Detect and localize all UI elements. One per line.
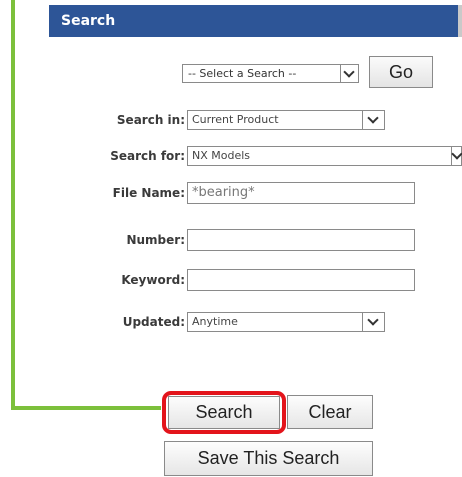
saved-search-dropdown-button[interactable] (340, 65, 358, 82)
file-name-label: File Name: (112, 186, 185, 200)
updated-selected: Anytime (192, 315, 238, 328)
search-in-dropdown-button[interactable] (362, 111, 384, 129)
number-label: Number: (126, 233, 185, 247)
search-in-selected: Current Product (192, 113, 279, 126)
chevron-down-icon (343, 66, 355, 78)
clear-button[interactable]: Clear (287, 395, 373, 429)
chevron-down-icon (451, 148, 462, 160)
search-panel-header: Search (49, 5, 462, 37)
keyword-input[interactable] (187, 269, 415, 291)
save-this-search-button[interactable]: Save This Search (164, 441, 373, 476)
search-for-dropdown-button[interactable] (451, 147, 462, 165)
chevron-down-icon (367, 112, 379, 124)
chevron-down-icon (367, 314, 379, 326)
search-button-highlight (162, 391, 286, 434)
file-name-input[interactable]: *bearing* (187, 182, 415, 204)
updated-dropdown-button[interactable] (362, 313, 384, 331)
callout-line-horizontal (11, 406, 161, 410)
saved-search-select[interactable]: -- Select a Search -- (182, 64, 359, 83)
header-edge (458, 5, 462, 37)
go-button[interactable]: Go (369, 56, 433, 88)
search-for-select[interactable]: NX Models (187, 146, 462, 166)
keyword-label: Keyword: (121, 273, 185, 287)
panel-title: Search (61, 13, 116, 29)
search-for-label: Search for: (110, 149, 185, 163)
search-for-selected: NX Models (192, 149, 251, 162)
updated-label: Updated: (122, 315, 185, 329)
screenshot-stage: Search -- Select a Search -- Go Search i… (0, 0, 462, 477)
search-in-label: Search in: (116, 113, 185, 127)
saved-search-selected: -- Select a Search -- (188, 67, 297, 80)
number-input[interactable] (187, 229, 415, 251)
callout-line-vertical (11, 0, 15, 410)
search-in-select[interactable]: Current Product (187, 110, 385, 130)
updated-select[interactable]: Anytime (187, 312, 385, 332)
